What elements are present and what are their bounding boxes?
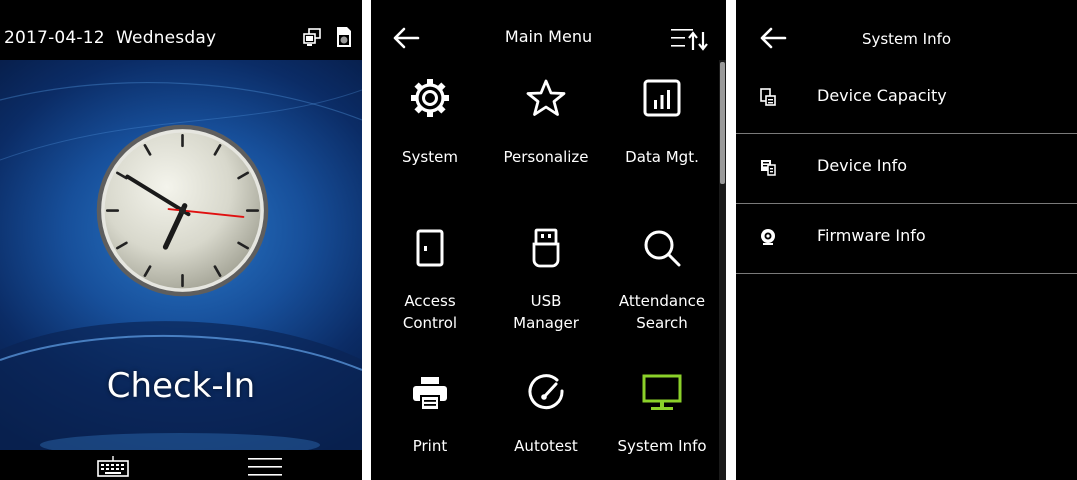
- main-menu-header: Main Menu: [371, 0, 726, 60]
- keyboard-icon[interactable]: [97, 455, 129, 477]
- star-icon: [526, 79, 566, 116]
- printer-icon: [413, 377, 447, 411]
- menu-item-label: Attendance Search: [603, 290, 721, 334]
- menu-item-autotest[interactable]: Autotest: [487, 355, 605, 475]
- door-icon: [416, 229, 444, 267]
- bar-chart-icon: [643, 79, 681, 117]
- status-bar: 2017-04-12 Wednesday: [0, 0, 362, 60]
- menu-item-print[interactable]: Print: [371, 355, 489, 475]
- state-label: Check-In: [106, 366, 256, 406]
- list-item-label: Device Capacity: [817, 86, 947, 105]
- clock-background: Check-In: [0, 60, 362, 450]
- label-line: Control: [402, 314, 458, 332]
- list-item-label: Device Info: [817, 156, 908, 175]
- label-line: Attendance: [618, 292, 706, 310]
- sort-icon[interactable]: [669, 26, 713, 52]
- main-menu-screen: Main Menu System Personalize Data Mgt. A…: [371, 0, 726, 480]
- menu-item-label: Print: [412, 437, 448, 455]
- menu-item-label: Access Control: [371, 290, 489, 334]
- firmware-icon: [761, 229, 775, 245]
- date-text: 2017-04-12: [4, 28, 105, 48]
- menu-item-system[interactable]: System: [371, 60, 489, 180]
- menu-item-label: USB Manager: [487, 290, 605, 334]
- menu-item-label: Autotest: [514, 437, 578, 455]
- page-title: System Info: [861, 30, 952, 48]
- date-weekday: 2017-04-12 Wednesday: [4, 28, 216, 48]
- capacity-icon: [760, 88, 776, 106]
- menu-item-access-control[interactable]: Access Control: [371, 210, 489, 332]
- sd-card-icon: [337, 27, 351, 47]
- menu-item-label: Data Mgt.: [625, 148, 699, 166]
- weekday-text: Wednesday: [116, 28, 217, 48]
- menu-item-label: Personalize: [503, 148, 589, 166]
- device-info-icon: [761, 160, 776, 176]
- menu-item-data-mgt[interactable]: Data Mgt.: [603, 60, 721, 180]
- bottom-bar: [0, 450, 362, 480]
- list-item-device-info[interactable]: Device Info: [736, 134, 1077, 204]
- analog-clock: [96, 124, 269, 297]
- menu-item-label: System Info: [617, 437, 707, 455]
- menu-item-label: System: [402, 148, 458, 166]
- usb-drive-icon: [532, 228, 560, 268]
- list-item-firmware-info[interactable]: Firmware Info: [736, 204, 1077, 274]
- gear-icon: [411, 79, 449, 117]
- label-line: Access: [404, 292, 456, 310]
- list-item-device-capacity[interactable]: Device Capacity: [736, 64, 1077, 134]
- label-line: USB: [530, 292, 562, 310]
- gauge-icon: [528, 374, 564, 410]
- menu-item-personalize[interactable]: Personalize: [487, 60, 605, 180]
- network-icon: [303, 28, 321, 46]
- menu-item-usb-manager[interactable]: USB Manager: [487, 210, 605, 332]
- menu-item-attendance-search[interactable]: Attendance Search: [603, 210, 721, 332]
- label-line: Search: [636, 314, 688, 332]
- home-screen: 2017-04-12 Wednesday Check-In: [0, 0, 362, 480]
- menu-icon[interactable]: [248, 457, 282, 477]
- system-info-screen: System Info Device Capacity Device Info …: [736, 0, 1077, 480]
- list-item-label: Firmware Info: [817, 226, 926, 245]
- system-info-header: System Info: [736, 0, 1077, 64]
- menu-item-system-info[interactable]: System Info: [603, 355, 721, 475]
- label-line: Manager: [513, 314, 579, 332]
- magnifier-icon: [644, 230, 681, 267]
- monitor-icon: [642, 374, 682, 410]
